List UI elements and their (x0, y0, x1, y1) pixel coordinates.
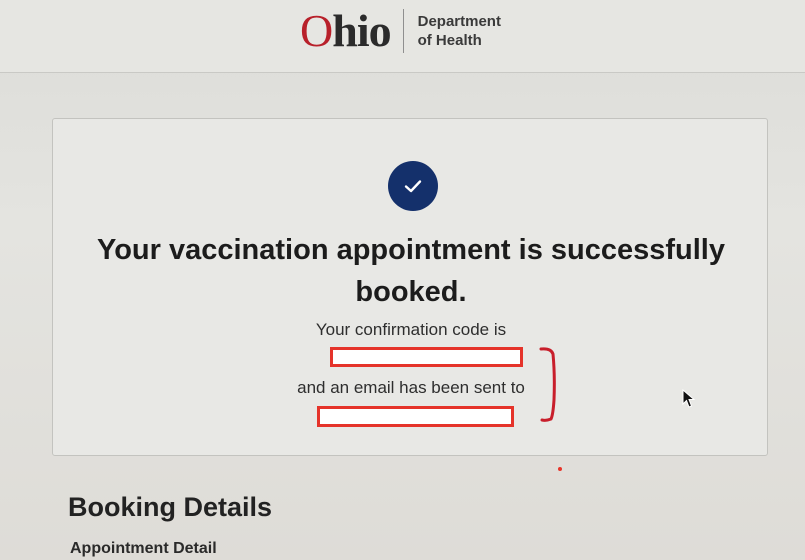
redacted-confirmation-code (330, 347, 523, 367)
logo-divider (402, 9, 404, 53)
ohio-department-of-health-logo[interactable]: Ohio Department of Health (300, 6, 501, 56)
ohio-logo-wordmark: Ohio (300, 5, 392, 56)
department-line-1: Department (417, 13, 501, 30)
red-dot-mark (558, 467, 562, 471)
confirmation-title: Your vaccination appointment is successf… (97, 234, 725, 308)
appointment-detail-label: Appointment Detail (70, 540, 217, 557)
confirmation-card: Your vaccination appointment is successf… (52, 118, 768, 456)
site-header: Ohio Department of Health (0, 0, 805, 73)
department-line-2: of Health (417, 32, 482, 49)
confirmation-code-label: Your confirmation code is (315, 320, 507, 339)
red-bracket-annotation (539, 347, 556, 422)
booking-details-heading: Booking Details (68, 492, 273, 522)
mouse-cursor-icon (682, 389, 696, 408)
checkmark-icon (388, 161, 438, 211)
redacted-email-address (317, 406, 514, 427)
department-name: Department of Health (418, 12, 501, 50)
email-sent-label: and an email has been sent to (297, 378, 525, 397)
